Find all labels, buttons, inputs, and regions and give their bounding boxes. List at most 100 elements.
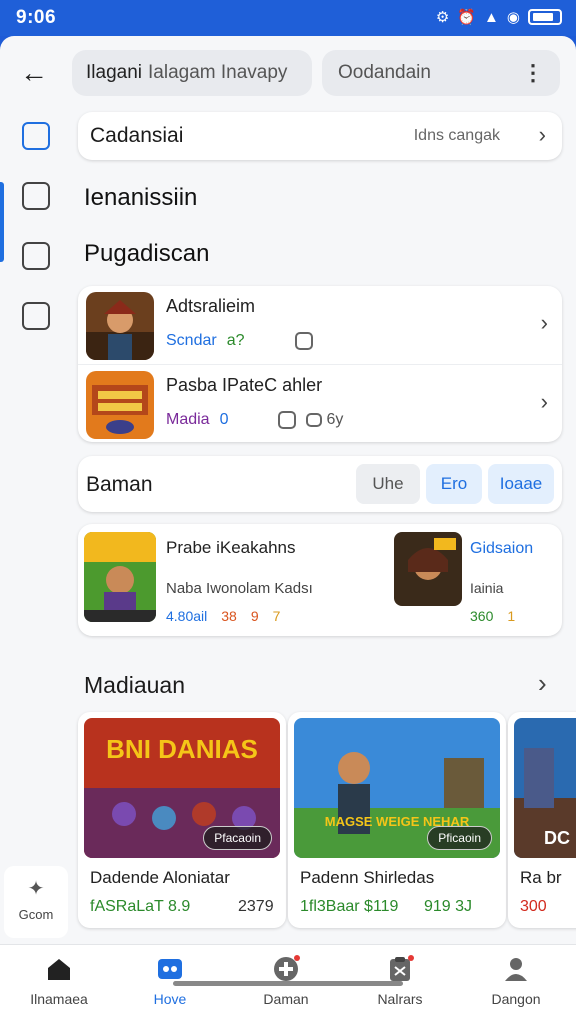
list-item-tag-icon: a? [226,332,245,349]
signal-icon: ▲ [484,8,499,26]
chevron-right-icon: › [540,389,548,414]
gesture-home-bar[interactable] [173,981,403,986]
banner-art: DC [514,718,576,858]
chevron-right-icon[interactable]: › [538,668,547,699]
featured-thumbnail [394,532,462,606]
filter-dropdown[interactable]: Oodandain ⋮ [322,50,560,96]
status-bar: 9:06 ⚙ ⏰ ▲ ◉ [0,0,576,36]
filter-label: Oodandain [338,62,431,83]
carousel-card[interactable]: MAGSE WEIGE NEHAR Pficaoin Padenn Shirle… [288,712,506,928]
list-item-meta: Scndar a? [166,332,313,350]
category-right-text: Idns cangak [413,127,500,144]
more-options-icon[interactable]: ⋮ [522,60,544,86]
filter-row: Baman Uhe Ero Ioaae [78,456,562,512]
clipboard-icon [386,955,414,983]
carousel-card[interactable]: BNI DANIAS Pfacaoin Dadende Aloniatar fA… [78,712,286,928]
list-item-name: Adtsralieim [166,296,256,316]
rail-home-icon[interactable] [22,122,50,150]
banner-title-text: BNI DANIAS [106,734,258,764]
alarm-icon: ⏰ [457,9,477,26]
person-icon [502,955,530,983]
stat-value: 1 [507,608,516,624]
banner-art: MAGSE WEIGE NEHAR Pficaoin [294,718,500,858]
banner-art: BNI DANIAS Pfacaoin [84,718,280,858]
nav-home[interactable]: Ilnamaea [4,955,114,1007]
carousel-card-rating: 919 3J [424,898,473,915]
game-thumbnail [86,292,154,360]
wifi-icon: ◉ [506,9,520,26]
list-item[interactable]: Adtsralieim Scndar a? › [78,286,562,364]
sparkle-icon: ✦ [27,878,45,900]
category-label: Cadansiai [90,124,184,147]
carousel-card-price: fASRaLaT 8.9 [90,898,191,915]
search-input[interactable]: Ilagani Ialagam Inavapy [72,50,312,96]
section-heading-1: Ienanissiin [84,184,198,211]
list-item-tag: Madia [166,411,210,428]
carousel-card-title: Ra br [520,868,562,887]
image-icon [306,412,322,427]
category-selector[interactable]: Cadansiai Idns cangak › [78,112,562,160]
featured-right-subtitle: Iainia [470,580,504,596]
carousel-card[interactable]: DC Ra br 300 [508,712,576,928]
game-list: Adtsralieim Scndar a? › Pasba IPateC ahl… [78,286,562,442]
featured-left-subtitle: Naba Iwonolam Kadsı [166,580,313,597]
list-item-extra-text: 6y [326,411,344,428]
stat-value: 9 [250,608,259,624]
rail-active-indicator [0,182,4,262]
nav-label: Nalrars [377,991,423,1007]
back-arrow-icon[interactable]: ← [20,56,54,90]
home-icon [45,955,73,983]
carousel-title: Madiauan [84,672,186,698]
filter-chip[interactable]: Ero [426,464,482,504]
carousel-card-price: 1fl3Baar $119 [300,898,399,915]
side-rail [0,106,70,926]
app-window: ← Ilagani Ialagam Inavapy Oodandain ⋮ ✦ G… [0,36,576,1024]
chevron-right-icon: › [540,310,548,335]
featured-right-stats: 360 1 [470,608,515,624]
list-item-count: 0 [219,411,229,428]
rail-folder-icon[interactable] [22,242,50,270]
add-circle-icon [272,955,300,983]
banner-pill[interactable]: Pfacaoin [203,826,272,850]
game-icon [156,955,184,983]
list-item-extra: 6y [306,411,343,429]
nav-label: Daman [263,991,309,1007]
game-thumbnail [86,371,154,439]
list-item-name: Pasba IPateC ahler [166,375,323,395]
list-item[interactable]: Pasba IPateC ahler Madia 0 6y › [78,364,562,442]
notification-icon: ⚙ [435,9,450,26]
stat-value: 7 [272,608,281,624]
section-heading-2: Pugadiscan [84,240,210,267]
banner-title-text: DC [544,828,570,848]
filter-row-label: Baman [86,473,153,496]
battery-icon [528,9,562,25]
badge-icon [294,332,313,350]
nav-dangon[interactable]: Dangon [461,955,571,1007]
rail-file-icon[interactable] [22,182,50,210]
search-query: Ilagani [86,62,142,83]
rail-bottom-label: Gcom [18,907,54,922]
nav-label: Ilnamaea [30,991,88,1007]
rail-bottom-button[interactable]: ✦ Gcom [4,866,68,938]
featured-card[interactable]: Prabe iKeakahns Naba Iwonolam Kadsı 4.80… [78,524,562,636]
featured-thumbnail [84,532,156,622]
filter-chip[interactable]: Uhe [356,464,420,504]
featured-right-name: Gidsaion [470,540,534,557]
chevron-right-icon: › [538,122,546,147]
carousel-card-title: Dadende Aloniatar [90,868,230,887]
stat-value: 360 [470,608,494,624]
rail-share-icon[interactable] [22,302,50,330]
stat-value: 38 [221,608,237,624]
carousel-card-title: Padenn Shirledas [300,868,435,887]
list-item-meta: Madia 0 [166,411,297,429]
nav-label: Hove [153,991,187,1007]
featured-left-name: Prabe iKeakahns [166,538,296,557]
badge-icon [278,411,297,429]
banner-pill[interactable]: Pficaoin [427,826,492,850]
list-item-tag: Scndar [166,332,217,349]
nav-label: Dangon [491,991,541,1007]
featured-left-stats: 4.80ail 38 9 7 [166,608,280,624]
status-time: 9:06 [16,7,57,28]
filter-chip[interactable]: Ioaae [488,464,554,504]
status-icons: ⚙ ⏰ ▲ ◉ [436,8,562,26]
